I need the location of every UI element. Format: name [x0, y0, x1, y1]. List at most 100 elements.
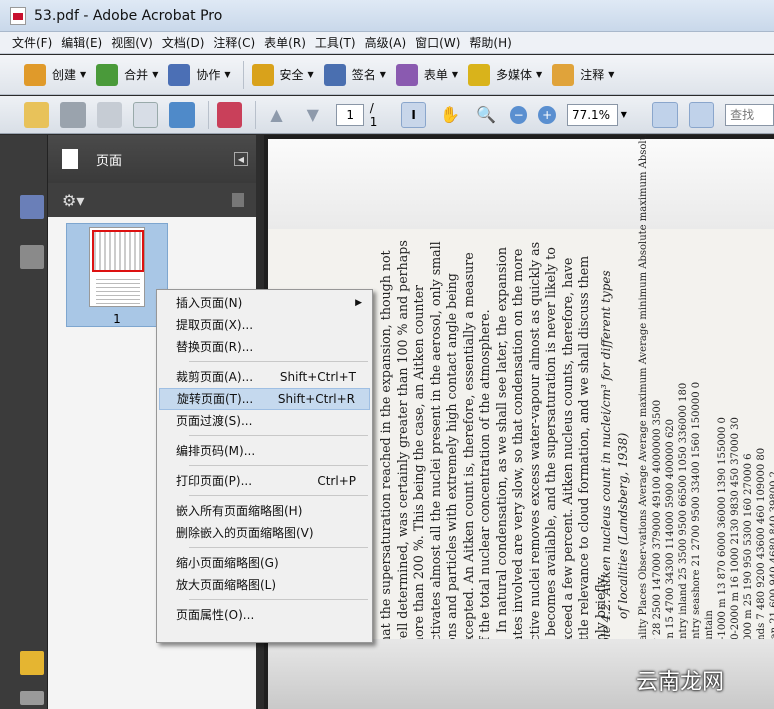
page-total: / 1	[369, 100, 378, 129]
context-menu-item[interactable]: 页面过渡(S)...	[159, 410, 370, 432]
visible-area-frame[interactable]	[92, 230, 144, 272]
zoom-in-icon[interactable]: +	[538, 105, 556, 124]
menu-forms[interactable]: 表单(R)	[264, 34, 306, 51]
chevron-down-icon: ▼	[152, 70, 159, 79]
body-text-line: more than 200 %. This being the case, an…	[411, 284, 426, 649]
collapse-panel-button[interactable]: ◀	[234, 152, 248, 166]
body-text-line: active nuclei removes excess water-vapou…	[526, 241, 542, 649]
thumbnail-page-number: 1	[113, 312, 121, 326]
panel-options-bar: ⚙▾	[48, 183, 256, 217]
zoom-level-input[interactable]: 77.1%	[566, 103, 618, 126]
find-input[interactable]: 查找	[725, 103, 774, 126]
menu-item-label: 编排页码(M)...	[176, 444, 256, 458]
page-icon	[62, 149, 78, 169]
toolbar-separator	[207, 100, 209, 129]
sign-button[interactable]: 签名 ▼	[323, 60, 386, 90]
menu-item-label: 删除嵌入的页面缩略图(V)	[176, 526, 314, 540]
forms-label: 表单	[423, 68, 448, 82]
create-button[interactable]: 创建 ▼	[24, 60, 86, 90]
menu-document[interactable]: 文档(D)	[162, 34, 205, 51]
next-page-icon[interactable]: ▼	[300, 102, 325, 128]
body-text-line: of the total nuclear concentration of th…	[477, 309, 492, 649]
menu-comments[interactable]: 注释(C)	[213, 34, 255, 51]
context-menu-item[interactable]: 页面属性(O)...	[159, 604, 370, 626]
panel-header: 页面 ◀	[48, 135, 256, 183]
context-menu-item[interactable]: 旋转页面(T)... Shift+Ctrl+R	[159, 388, 370, 410]
menu-edit[interactable]: 编辑(E)	[61, 34, 102, 51]
chevron-down-icon: ▼	[608, 70, 615, 79]
body-text-line: activates almost all the nuclei present …	[427, 241, 443, 649]
forms-button[interactable]: 表单 ▼	[395, 60, 458, 90]
menu-item-label: 旋转页面(T)...	[177, 392, 254, 406]
menu-advanced[interactable]: 高级(A)	[365, 34, 407, 51]
hand-tool-icon[interactable]: ✋	[437, 102, 462, 128]
multimedia-button[interactable]: 多媒体 ▼	[468, 60, 542, 90]
combine-button[interactable]: 合并 ▼	[96, 60, 158, 90]
collaborate-icon	[168, 63, 191, 86]
web-upload-icon[interactable]	[169, 101, 195, 128]
secure-button[interactable]: 安全 ▼	[251, 60, 314, 90]
menu-item-shortcut: Shift+Ctrl+T	[279, 370, 356, 384]
menu-view[interactable]: 视图(V)	[111, 34, 153, 51]
table-block: Table 4.2. Aitken nucleus count in nucle…	[598, 135, 774, 659]
comment-button[interactable]: 注释 ▼	[552, 60, 614, 90]
menu-separator	[189, 599, 368, 600]
gear-icon[interactable]: ⚙▾	[62, 191, 84, 210]
body-text-line: that the supersaturation reached in the …	[378, 250, 393, 649]
table-row: City 28 2500 147000 379000 49100 4000000…	[652, 399, 663, 659]
comment-icon	[552, 63, 575, 86]
previous-page-icon[interactable]: ▲	[264, 102, 289, 128]
table-body: City 28 2500 147000 379000 49100 4000000…	[651, 135, 774, 659]
context-menu-item[interactable]: 插入页面(N) ▶	[159, 292, 370, 314]
zoom-out-icon[interactable]: −	[509, 105, 528, 124]
select-tool-icon[interactable]: I	[400, 101, 427, 128]
email-icon[interactable]	[132, 101, 159, 128]
menu-bar: 文件(F) 编辑(E) 视图(V) 文档(D) 注释(C) 表单(R) 工具(T…	[0, 32, 774, 54]
page-settings-icon[interactable]	[216, 101, 242, 128]
pages-icon[interactable]	[20, 195, 44, 219]
page-number-input[interactable]: 1	[336, 103, 364, 126]
context-menu-item[interactable]: 放大页面缩略图(L)	[159, 574, 370, 596]
menu-window[interactable]: 窗口(W)	[415, 34, 460, 51]
chevron-down-icon[interactable]: ▼	[621, 110, 633, 119]
table-header: Locality Places Obser-vations Average Av…	[638, 135, 649, 659]
body-text-line: excepted. An Aitken count is, therefore,…	[460, 252, 476, 649]
attachments-icon[interactable]	[20, 691, 44, 705]
context-menu-item[interactable]: 打印页面(P)... Ctrl+P	[159, 470, 370, 492]
menu-help[interactable]: 帮助(H)	[469, 34, 511, 51]
body-text-line: it becomes available, and the supersatur…	[543, 247, 558, 649]
body-text-line: well determined, was certainly greater t…	[394, 240, 410, 649]
context-menu-item[interactable]: 删除嵌入的页面缩略图(V)	[159, 522, 370, 544]
combine-icon	[96, 63, 119, 86]
table-row: > 2000 m 25 190 950 5300 160 27000 6	[743, 453, 754, 659]
table-caption: Table 4.2. Aitken nucleus count in nucle…	[599, 270, 613, 659]
menu-tools[interactable]: 工具(T)	[315, 34, 356, 51]
sign-label: 签名	[351, 68, 376, 82]
fit-page-icon[interactable]	[688, 101, 715, 128]
print-icon[interactable]	[60, 101, 86, 128]
body-text-line: ions and particles with extremely high c…	[444, 273, 459, 649]
watermark-text: 云南龙网	[636, 670, 725, 695]
context-menu-item[interactable]: 编排页码(M)...	[159, 440, 370, 462]
comments-icon[interactable]	[20, 651, 44, 675]
body-text-line: In natural condensation, as we shall see…	[493, 246, 509, 633]
trash-icon[interactable]	[232, 193, 244, 207]
menu-separator	[189, 465, 368, 466]
zoom-tool-icon[interactable]: 🔍	[474, 102, 499, 128]
page-thumbnail[interactable]: 1	[66, 223, 168, 327]
window-title: 53.pdf - Adobe Acrobat Pro	[34, 7, 223, 24]
collaborate-button[interactable]: 协作 ▼	[168, 60, 231, 90]
combine-label: 合并	[124, 68, 149, 82]
context-menu-item[interactable]: 缩小页面缩略图(G)	[159, 552, 370, 574]
context-menu-item[interactable]: 嵌入所有页面缩略图(H)	[159, 500, 370, 522]
context-menu-item[interactable]: 提取页面(X)...	[159, 314, 370, 336]
context-menu-item[interactable]: 裁剪页面(A)... Shift+Ctrl+T	[159, 366, 370, 388]
menu-file[interactable]: 文件(F)	[12, 34, 52, 51]
signatures-icon[interactable]	[20, 245, 44, 269]
navigation-toolbar: ▲ ▼ 1 / 1 I ✋ 🔍 − + 77.1% ▼ 查找	[0, 96, 774, 134]
fit-width-icon[interactable]	[652, 101, 678, 128]
open-folder-icon[interactable]	[24, 101, 50, 128]
save-icon[interactable]	[96, 101, 122, 128]
context-menu-item[interactable]: 替换页面(R)...	[159, 336, 370, 358]
table-row: Town 15 4700 34300 114000 5900 400000 62…	[665, 418, 676, 659]
